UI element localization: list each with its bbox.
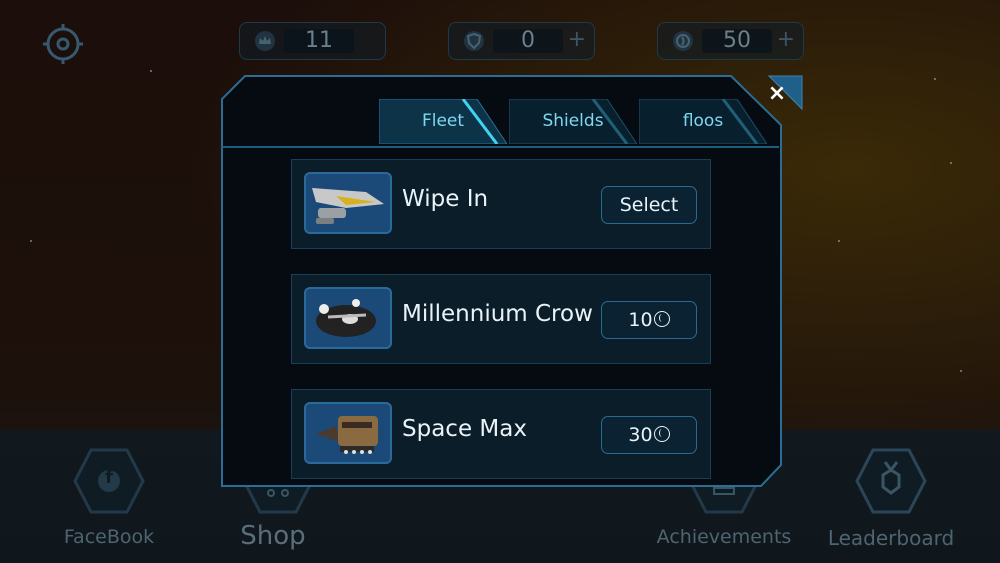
- shield-icon: [464, 31, 484, 51]
- coins-counter: 50 +: [657, 22, 804, 60]
- star: [30, 240, 32, 242]
- facebook-glyph: f: [105, 467, 113, 488]
- add-coins-button[interactable]: +: [777, 27, 795, 52]
- ship-wipe-in-image: [312, 188, 384, 224]
- tab-fleet-label: Fleet: [421, 111, 465, 131]
- tab-fleet[interactable]: Fleet: [379, 99, 507, 144]
- select-button[interactable]: Select: [601, 186, 697, 224]
- star: [950, 162, 952, 164]
- star: [150, 70, 152, 72]
- star: [934, 78, 936, 80]
- star: [960, 370, 962, 372]
- item-name: Wipe In: [402, 186, 489, 212]
- crown-icon: [255, 31, 275, 51]
- coin-icon: [673, 31, 693, 51]
- ship-millennium-crow-image: [316, 299, 376, 337]
- item-name: Space Max: [402, 416, 527, 442]
- coins-value: 50: [702, 29, 772, 53]
- achievements-label: Achievements: [656, 526, 792, 548]
- medal-icon: [855, 448, 927, 514]
- ship-space-max-image: [316, 416, 378, 454]
- add-shields-button[interactable]: +: [568, 27, 586, 52]
- settings-button[interactable]: [42, 23, 84, 65]
- shields-value: 0: [493, 29, 563, 53]
- coin-icon: [653, 311, 670, 327]
- tab-floos-label: floos: [682, 111, 724, 131]
- list-item: Millennium Crow 10: [291, 274, 711, 364]
- crowns-counter: 11: [239, 22, 386, 60]
- buy-button[interactable]: 10: [601, 301, 697, 339]
- target-icon: [43, 24, 83, 64]
- tab-shields-label: Shields: [542, 111, 604, 131]
- facebook-label: FaceBook: [63, 526, 155, 548]
- crowns-value: 11: [284, 29, 354, 53]
- leaderboard-label: Leaderboard: [827, 526, 955, 550]
- star: [838, 240, 840, 242]
- ship-space-max-icon: [304, 402, 392, 464]
- tab-floos[interactable]: floos: [639, 99, 767, 144]
- ship-millennium-crow-icon: [304, 287, 392, 349]
- price-value: 10: [628, 309, 653, 331]
- price-value: 30: [628, 424, 653, 446]
- shields-counter: 0 +: [448, 22, 595, 60]
- buy-button[interactable]: 30: [601, 416, 697, 454]
- tab-divider: [222, 146, 779, 148]
- shop-label: Shop: [240, 521, 306, 551]
- list-item: Wipe In Select: [291, 159, 711, 249]
- list-item: Space Max 30: [291, 389, 711, 479]
- ship-wipe-in-icon: [304, 172, 392, 234]
- coin-icon: [653, 426, 670, 442]
- item-name: Millennium Crow: [402, 301, 593, 327]
- tab-shields[interactable]: Shields: [509, 99, 637, 144]
- leaderboard-button[interactable]: [855, 448, 927, 514]
